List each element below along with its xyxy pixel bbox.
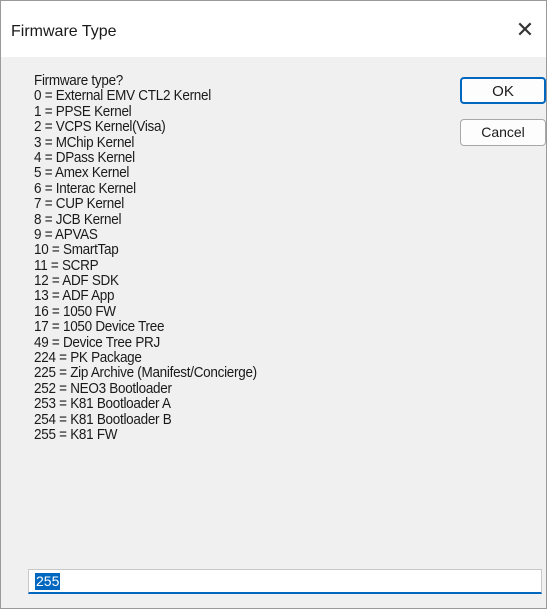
prompt-line: 253 = K81 Bootloader A bbox=[34, 396, 171, 413]
prompt-line: 16 = 1050 FW bbox=[34, 303, 116, 320]
ok-button[interactable]: OK bbox=[460, 77, 546, 104]
prompt-line: Firmware type? bbox=[34, 73, 124, 89]
prompt-line: 3 = MChip Kernel bbox=[34, 134, 135, 151]
title-bar[interactable]: Firmware Type ✕ bbox=[1, 1, 546, 57]
prompt-line: 13 = ADF App bbox=[34, 288, 115, 305]
close-button[interactable]: ✕ bbox=[510, 15, 540, 45]
dialog-title: Firmware Type bbox=[11, 23, 117, 40]
prompt-line: 5 = Amex Kernel bbox=[34, 165, 130, 182]
prompt-line: 10 = SmartTap bbox=[34, 242, 119, 259]
prompt-line: 49 = Device Tree PRJ bbox=[34, 334, 160, 351]
prompt-line: 9 = APVAS bbox=[34, 226, 98, 243]
close-icon: ✕ bbox=[515, 17, 535, 42]
prompt-line: 7 = CUP Kernel bbox=[34, 196, 124, 213]
prompt-text: Firmware type? 0 = External EMV CTL2 Ker… bbox=[34, 73, 406, 443]
firmware-type-input[interactable]: 255 bbox=[35, 573, 61, 590]
prompt-line: 6 = Interac Kernel bbox=[34, 180, 136, 197]
prompt-line: 2 = VCPS Kernel(Visa) bbox=[34, 119, 166, 136]
prompt-line: 0 = External EMV CTL2 Kernel bbox=[34, 88, 211, 105]
firmware-type-dialog: Firmware Type ✕ Firmware type? 0 = Exter… bbox=[0, 0, 547, 609]
prompt-line: 252 = NEO3 Bootloader bbox=[34, 380, 172, 397]
prompt-line: 12 = ADF SDK bbox=[34, 273, 119, 290]
prompt-line: 11 = SCRP bbox=[34, 257, 99, 274]
prompt-line: 224 = PK Package bbox=[34, 350, 142, 367]
prompt-line: 254 = K81 Bootloader B bbox=[34, 411, 172, 428]
prompt-line: 17 = 1050 Device Tree bbox=[34, 319, 165, 336]
prompt-line: 255 = K81 FW bbox=[34, 426, 118, 443]
prompt-line: 4 = DPass Kernel bbox=[34, 149, 135, 166]
firmware-type-input-box[interactable]: 255 bbox=[28, 569, 542, 594]
prompt-line: 8 = JCB Kernel bbox=[34, 211, 122, 228]
prompt-line: 1 = PPSE Kernel bbox=[34, 103, 132, 120]
prompt-line: 225 = Zip Archive (Manifest/Concierge) bbox=[34, 365, 257, 382]
cancel-button[interactable]: Cancel bbox=[460, 119, 546, 146]
